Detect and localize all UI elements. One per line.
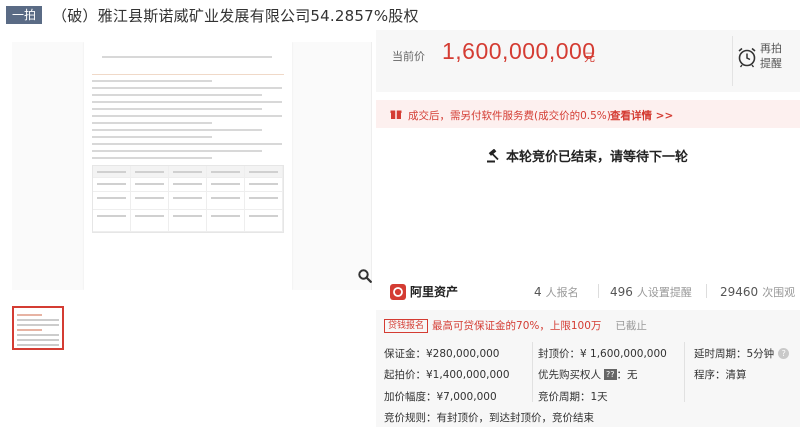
info-tag-icon[interactable]: ?? <box>604 369 617 380</box>
priority-buyer: 优先购买权人?? ：无 <box>538 367 638 382</box>
signup-unit: 人报名 <box>545 286 579 299</box>
current-price-value: 1,600,000,000 <box>442 38 596 64</box>
view-details-link[interactable]: 查看详情 >> <box>610 108 673 123</box>
service-fee-notice: 成交后，需另付软件服务费(成交价的0.5%) 查看详情 >> <box>376 100 800 128</box>
auction-info-panel: 贷钱报名 最高可贷保证金的70%，上限100万 已截止 保证金：¥280,000… <box>376 310 800 427</box>
delay-period: 延时周期：5分钟? <box>694 346 790 361</box>
column-divider <box>532 342 533 402</box>
magnifier-icon <box>358 269 372 283</box>
page-title: （破）雅江县斯诺威矿业发展有限公司54.2857%股权 <box>52 6 419 25</box>
loan-badge[interactable]: 贷钱报名 <box>384 318 429 333</box>
reauction-remind-button[interactable]: 再拍 提醒 <box>732 36 794 86</box>
stats-divider <box>706 284 707 298</box>
cap-price: 封顶价：¥ 1,600,000,000 <box>538 348 667 360</box>
price-panel: 当前价 1,600,000,000 元 再拍 提醒 <box>376 30 800 92</box>
help-icon[interactable]: ? <box>778 348 790 359</box>
gavel-icon <box>487 148 499 162</box>
main-image-preview[interactable] <box>12 42 372 290</box>
auction-round-tag: 一拍 <box>6 6 43 24</box>
title-row: 一拍 （破）雅江县斯诺威矿业发展有限公司54.2857%股权 <box>6 4 419 26</box>
deposit: 保证金：¥280,000,000 <box>384 348 500 360</box>
priority-label: 优先购买权人 <box>538 369 601 381</box>
loan-text: 最高可贷保证金的70%，上限100万 <box>432 320 602 332</box>
loan-status: 已截止 <box>615 320 647 332</box>
zoom-button[interactable] <box>355 266 375 286</box>
auction-ended-text: 本轮竞价已结束，请等待下一轮 <box>506 150 689 165</box>
stats-divider <box>598 284 599 298</box>
remind-label: 再拍 提醒 <box>760 42 782 70</box>
view-count: 29460 次围观 <box>720 284 795 300</box>
ali-assets-icon <box>390 283 406 300</box>
service-fee-text: 成交后，需另付软件服务费(成交价的0.5%) <box>408 110 611 122</box>
priority-value: ：无 <box>616 369 638 381</box>
current-price-label: 当前价 <box>392 50 425 63</box>
loan-row: 贷钱报名 最高可贷保证金的70%，上限100万 已截止 <box>384 318 647 333</box>
start-price: 起拍价：¥1,400,000,000 <box>384 369 510 381</box>
bid-rule: 竞价规则：有封顶价，到达封顶价，竞价结束 <box>384 412 594 424</box>
price-unit: 元 <box>584 51 595 64</box>
reminder-number: 496 <box>610 285 633 299</box>
bid-increment: 加价幅度：¥7,000,000 <box>384 391 497 403</box>
delay-text: 延时周期：5分钟 <box>694 348 775 360</box>
view-number: 29460 <box>720 285 759 299</box>
alarm-clock-icon <box>738 47 756 68</box>
gift-icon <box>390 110 402 119</box>
reminder-unit: 人设置提醒 <box>636 286 692 299</box>
reminder-count: 496 人设置提醒 <box>610 284 692 300</box>
stats-bar: 阿里资产 4 人报名 496 人设置提醒 29460 次围观 <box>376 276 800 306</box>
thumbnail-1[interactable] <box>12 306 64 350</box>
bid-period: 竞价周期：1天 <box>538 391 608 403</box>
auction-status: 本轮竞价已结束，请等待下一轮 <box>486 146 688 165</box>
signup-number: 4 <box>534 285 542 299</box>
document-image <box>84 42 292 290</box>
column-divider <box>684 342 685 402</box>
procedure: 程序：清算 <box>694 369 747 381</box>
view-unit: 次围观 <box>762 286 796 299</box>
ali-assets-logo: 阿里资产 <box>390 283 458 300</box>
ali-assets-brand: 阿里资产 <box>410 285 459 299</box>
signup-count: 4 人报名 <box>534 284 579 300</box>
